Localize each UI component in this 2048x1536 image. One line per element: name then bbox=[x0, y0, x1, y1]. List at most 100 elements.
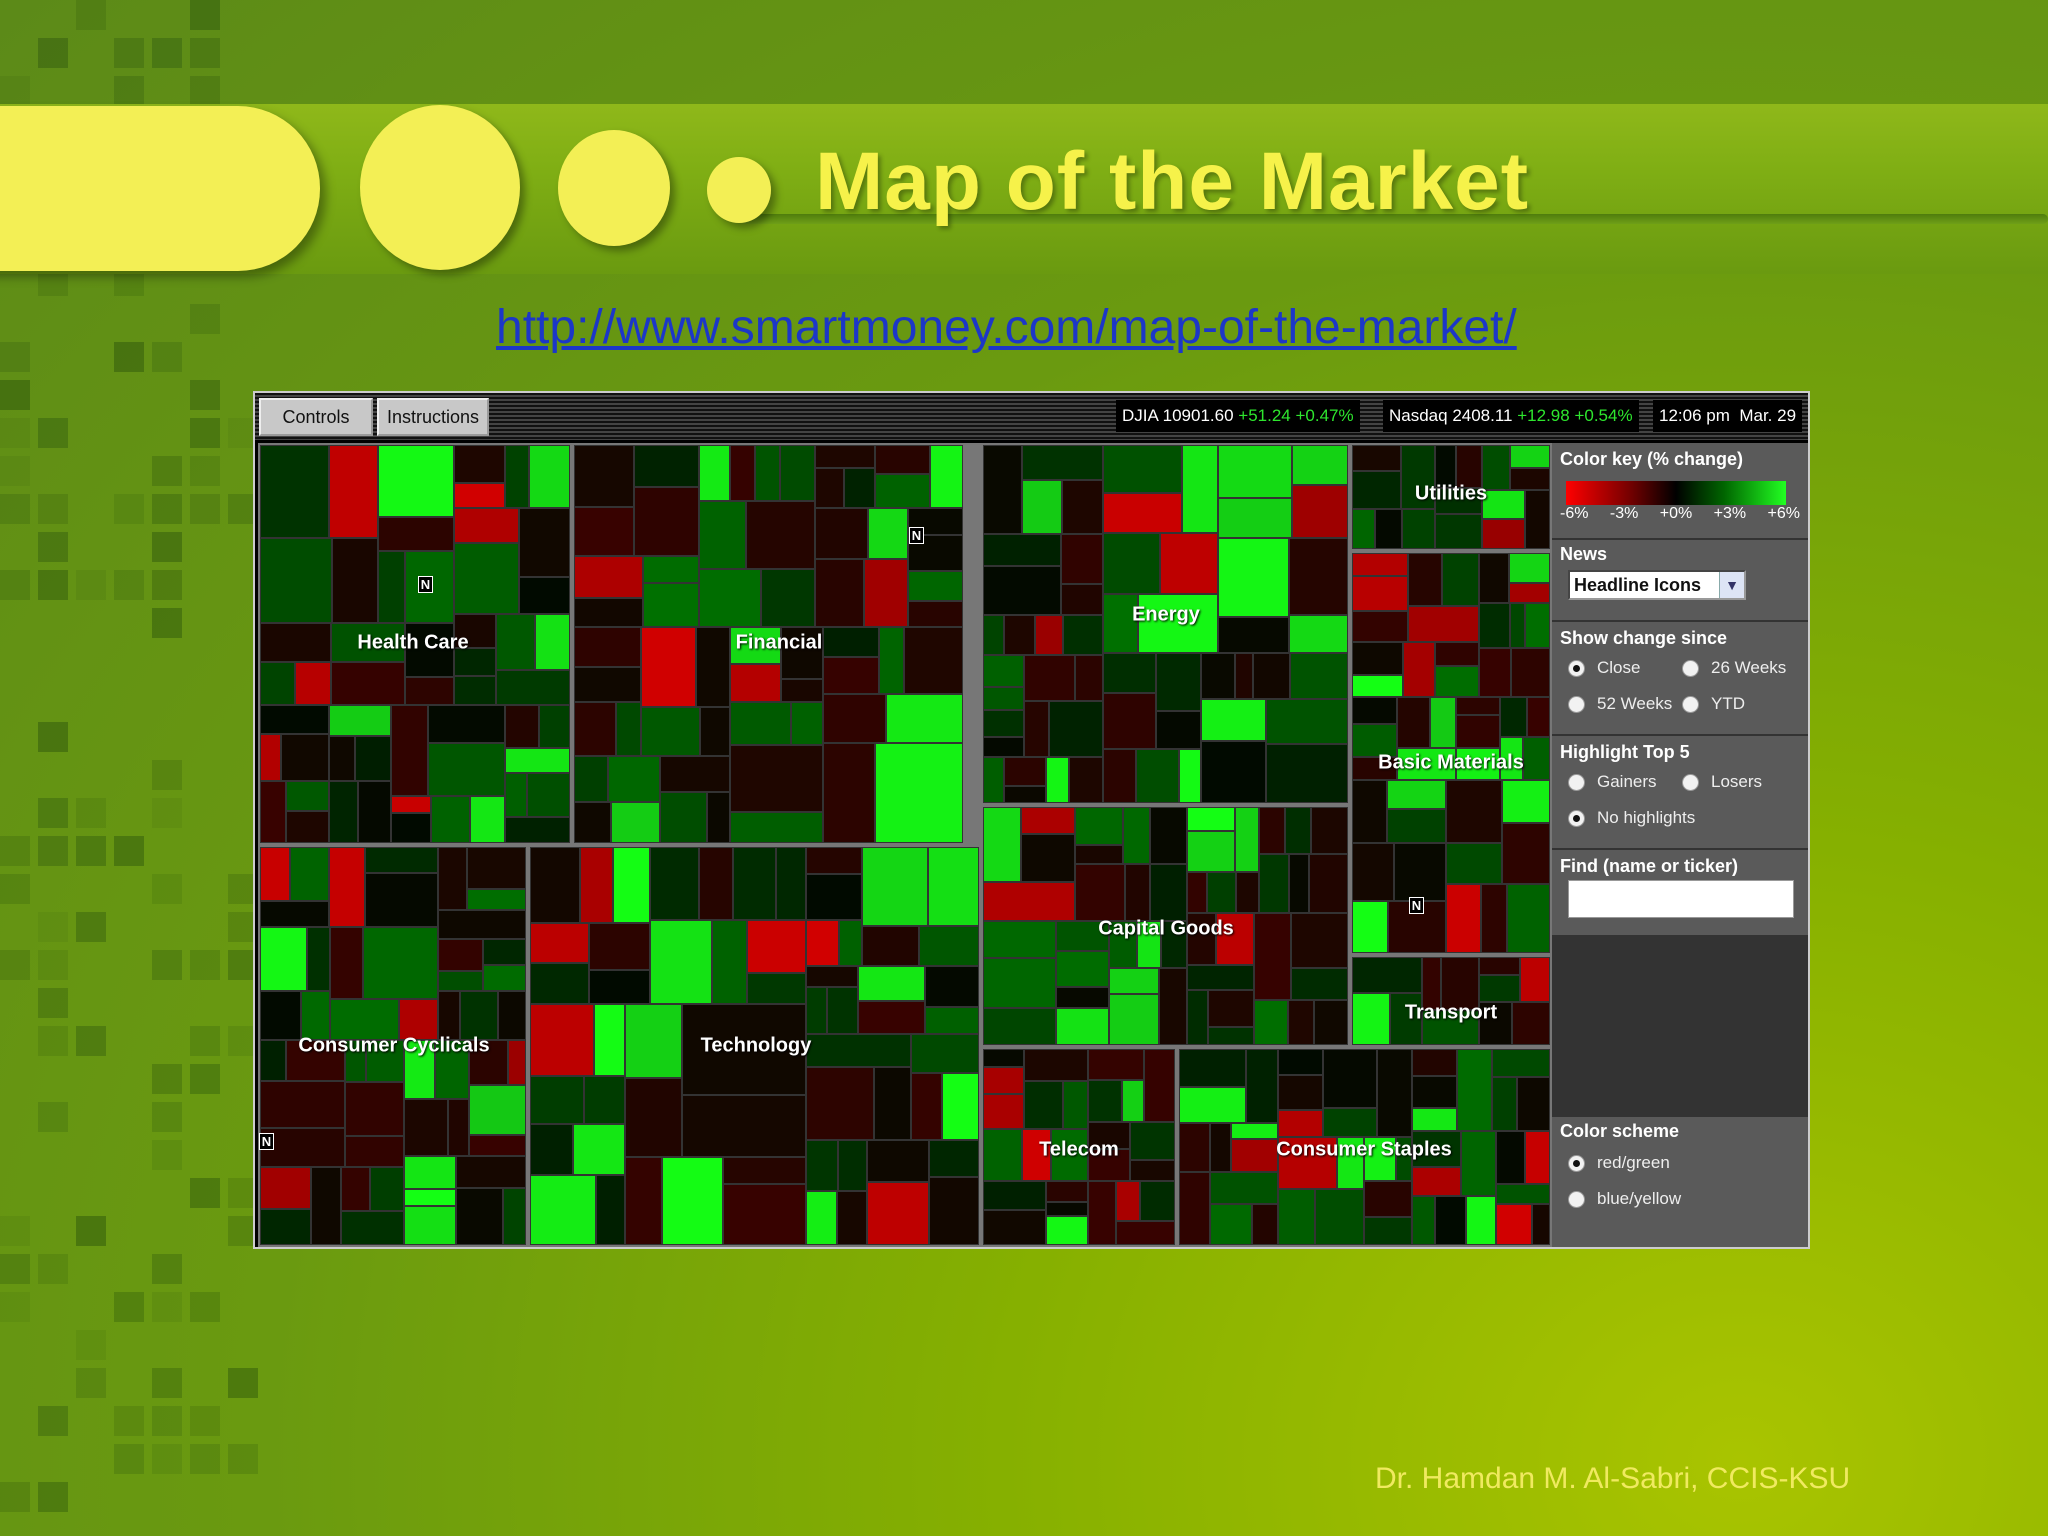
stock-cell[interactable] bbox=[1103, 533, 1160, 594]
stock-cell[interactable] bbox=[983, 807, 1021, 882]
stock-cell[interactable] bbox=[983, 615, 1004, 655]
stock-cell[interactable] bbox=[908, 601, 963, 627]
stock-cell[interactable] bbox=[1510, 445, 1550, 468]
stock-cell[interactable] bbox=[260, 1209, 311, 1245]
stock-cell[interactable] bbox=[875, 445, 930, 474]
stock-cell[interactable] bbox=[1235, 807, 1259, 872]
stock-cell[interactable] bbox=[806, 987, 827, 1034]
stock-cell[interactable] bbox=[1492, 1049, 1550, 1077]
stock-cell[interactable] bbox=[983, 445, 1022, 534]
stock-cell[interactable] bbox=[815, 445, 875, 468]
stock-cell[interactable] bbox=[1292, 445, 1348, 485]
stock-cell[interactable] bbox=[1496, 1131, 1525, 1184]
stock-cell[interactable] bbox=[574, 756, 608, 802]
radio-no-highlights[interactable]: No highlights bbox=[1568, 808, 1695, 828]
stock-cell[interactable] bbox=[1377, 1049, 1412, 1137]
stock-cell[interactable] bbox=[1061, 584, 1103, 615]
stock-cell[interactable] bbox=[1103, 693, 1156, 749]
radio-26-weeks[interactable]: 26 Weeks bbox=[1682, 658, 1786, 678]
stock-cell[interactable] bbox=[1512, 1002, 1550, 1045]
stock-cell[interactable] bbox=[815, 559, 864, 627]
stock-cell[interactable] bbox=[1253, 653, 1290, 699]
radio-close[interactable]: Close bbox=[1568, 658, 1640, 678]
stock-cell[interactable] bbox=[505, 748, 570, 773]
stock-cell[interactable] bbox=[454, 445, 505, 483]
stock-cell[interactable] bbox=[529, 445, 570, 508]
stock-cell[interactable] bbox=[1218, 617, 1289, 653]
stock-cell[interactable] bbox=[530, 1175, 596, 1245]
stock-cell[interactable] bbox=[929, 1177, 979, 1245]
stock-cell[interactable] bbox=[454, 676, 496, 705]
stock-cell[interactable] bbox=[574, 802, 611, 843]
stock-cell[interactable] bbox=[911, 1034, 979, 1073]
stock-cell[interactable] bbox=[1210, 1123, 1231, 1172]
stock-cell[interactable] bbox=[1208, 1027, 1254, 1045]
stock-cell[interactable] bbox=[438, 939, 483, 971]
stock-cell[interactable] bbox=[1159, 968, 1187, 1045]
stock-cell[interactable] bbox=[260, 991, 301, 1040]
stock-cell[interactable] bbox=[613, 847, 650, 923]
stock-cell[interactable] bbox=[1024, 701, 1049, 757]
stock-cell[interactable] bbox=[1278, 1189, 1315, 1245]
stock-cell[interactable] bbox=[1201, 699, 1266, 741]
stock-cell[interactable] bbox=[428, 743, 505, 796]
stock-cell[interactable] bbox=[1525, 603, 1550, 648]
stock-cell[interactable] bbox=[844, 468, 875, 508]
stock-cell[interactable] bbox=[1254, 1000, 1288, 1045]
stock-cell[interactable] bbox=[983, 737, 1024, 757]
stock-cell[interactable] bbox=[1231, 1123, 1278, 1139]
stock-cell[interactable] bbox=[378, 445, 454, 517]
stock-cell[interactable] bbox=[1056, 951, 1109, 987]
stock-cell[interactable] bbox=[1160, 533, 1218, 594]
stock-cell[interactable] bbox=[505, 445, 529, 508]
stock-cell[interactable] bbox=[791, 702, 823, 745]
stock-cell[interactable] bbox=[469, 1135, 526, 1156]
stock-cell[interactable] bbox=[1046, 1216, 1088, 1245]
stock-cell[interactable] bbox=[1088, 1080, 1122, 1122]
stock-cell[interactable] bbox=[780, 445, 815, 501]
stock-cell[interactable] bbox=[682, 1095, 806, 1157]
stock-cell[interactable] bbox=[438, 971, 483, 991]
stock-cell[interactable] bbox=[1218, 538, 1289, 617]
stock-cell[interactable] bbox=[1123, 807, 1150, 864]
stock-cell[interactable] bbox=[1235, 653, 1253, 699]
stock-cell[interactable] bbox=[1482, 519, 1525, 549]
radio-blue-yellow[interactable]: blue/yellow bbox=[1568, 1189, 1681, 1209]
stock-cell[interactable] bbox=[625, 1078, 682, 1157]
stock-cell[interactable] bbox=[730, 445, 755, 501]
stock-cell[interactable] bbox=[1201, 653, 1235, 699]
stock-cell[interactable] bbox=[1259, 854, 1289, 913]
stock-cell[interactable] bbox=[1278, 1049, 1323, 1075]
stock-cell[interactable] bbox=[1266, 744, 1348, 803]
stock-cell[interactable] bbox=[1291, 913, 1348, 968]
stock-cell[interactable] bbox=[823, 657, 879, 694]
stock-cell[interactable] bbox=[530, 923, 589, 963]
stock-cell[interactable] bbox=[1323, 1049, 1377, 1108]
news-icon[interactable]: N bbox=[418, 576, 433, 593]
stock-cell[interactable] bbox=[530, 1004, 594, 1076]
stock-cell[interactable] bbox=[454, 543, 519, 614]
stock-cell[interactable] bbox=[1130, 1122, 1175, 1160]
stock-cell[interactable] bbox=[1254, 913, 1291, 1000]
stock-cell[interactable] bbox=[1063, 1081, 1088, 1129]
stock-cell[interactable] bbox=[1352, 553, 1408, 576]
stock-cell[interactable] bbox=[530, 1076, 584, 1124]
stock-cell[interactable] bbox=[781, 679, 823, 702]
stock-cell[interactable] bbox=[983, 958, 1056, 1008]
stock-cell[interactable] bbox=[1311, 807, 1348, 854]
stock-cell[interactable] bbox=[330, 927, 363, 999]
stock-cell[interactable] bbox=[837, 1191, 867, 1245]
stock-cell[interactable] bbox=[1492, 1077, 1517, 1131]
instructions-button[interactable]: Instructions bbox=[377, 398, 489, 436]
stock-cell[interactable] bbox=[983, 1094, 1024, 1129]
stock-cell[interactable] bbox=[707, 792, 730, 843]
stock-cell[interactable] bbox=[1352, 576, 1408, 611]
stock-cell[interactable] bbox=[1024, 655, 1075, 701]
stock-cell[interactable] bbox=[260, 927, 307, 991]
stock-cell[interactable] bbox=[1049, 701, 1103, 757]
stock-cell[interactable] bbox=[1412, 1108, 1457, 1131]
stock-cell[interactable] bbox=[875, 743, 963, 843]
stock-cell[interactable] bbox=[404, 1206, 456, 1245]
stock-cell[interactable] bbox=[1035, 615, 1063, 655]
stock-cell[interactable] bbox=[1088, 1049, 1144, 1080]
